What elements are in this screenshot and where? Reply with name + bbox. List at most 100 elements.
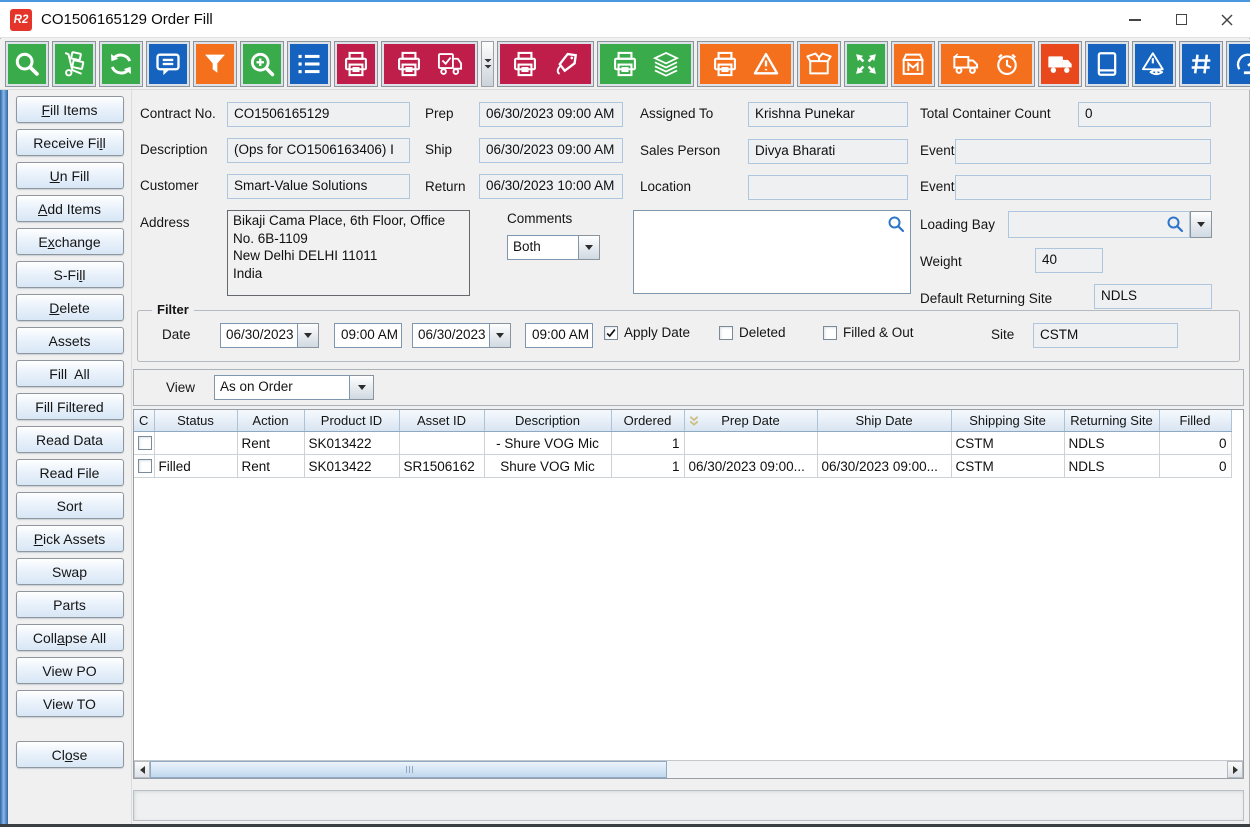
sidebar-button-collapse-all[interactable]: Collapse All xyxy=(16,624,124,651)
open-box-button[interactable] xyxy=(797,41,841,87)
sales-person-field[interactable]: Divya Bharati xyxy=(748,139,908,164)
column-header-returning-site[interactable]: Returning Site xyxy=(1064,410,1159,432)
column-header-ordered[interactable]: Ordered xyxy=(611,410,684,432)
comments-button[interactable] xyxy=(146,41,190,87)
row-checkbox[interactable] xyxy=(138,459,152,473)
hash-button[interactable] xyxy=(1179,41,1223,87)
column-header-shipping-site[interactable]: Shipping Site xyxy=(951,410,1064,432)
overflow-button[interactable] xyxy=(481,41,494,87)
sidebar-button-close[interactable]: Close xyxy=(16,741,124,768)
truck-schedule-button[interactable] xyxy=(938,41,1035,87)
view-combo[interactable]: As on Order xyxy=(214,375,374,400)
expand-button[interactable] xyxy=(844,41,888,87)
loading-bay-field[interactable] xyxy=(1008,211,1190,238)
to-time-field[interactable]: 09:00 AM xyxy=(525,323,593,348)
column-header-product-id[interactable]: Product ID xyxy=(304,410,399,432)
default-returning-site-field[interactable]: NDLS xyxy=(1094,284,1212,309)
site-field[interactable]: CSTM xyxy=(1033,323,1178,348)
gauge-button[interactable] xyxy=(1226,41,1250,87)
to-date-dropdown-button[interactable] xyxy=(490,323,511,348)
customer-field[interactable]: Smart-Value Solutions xyxy=(227,174,410,199)
comments-text-field[interactable] xyxy=(633,210,911,294)
to-date-combo[interactable]: 06/30/2023 xyxy=(412,323,511,348)
horizontal-scrollbar[interactable] xyxy=(134,760,1243,778)
refresh-button[interactable] xyxy=(99,41,143,87)
column-header-filled[interactable]: Filled xyxy=(1159,410,1231,432)
sidebar-button-fill-filtered[interactable]: Fill Filtered xyxy=(16,393,124,420)
print-delivery-button[interactable] xyxy=(381,41,478,87)
column-header-description[interactable]: Description xyxy=(484,410,611,432)
sidebar-button-pick-assets[interactable]: Pick Assets xyxy=(16,525,124,552)
contract-no-field[interactable]: CO1506165129 xyxy=(227,102,410,127)
from-date-dropdown-button[interactable] xyxy=(298,323,319,348)
sidebar-button-parts[interactable]: Parts xyxy=(16,591,124,618)
truck-button[interactable] xyxy=(1038,41,1082,87)
column-header-ship-date[interactable]: Ship Date xyxy=(817,410,951,432)
list-button[interactable] xyxy=(287,41,331,87)
loading-bay-dropdown[interactable] xyxy=(1190,211,1212,238)
sidebar-button-exchange[interactable]: Exchange xyxy=(16,228,124,255)
column-header-status[interactable]: Status xyxy=(154,410,237,432)
column-header-asset-id[interactable]: Asset ID xyxy=(399,410,484,432)
column-header-action[interactable]: Action xyxy=(237,410,304,432)
sidebar-button-swap[interactable]: Swap xyxy=(16,558,124,585)
close-button[interactable] xyxy=(1204,2,1250,37)
view-combo-dropdown-button[interactable] xyxy=(350,375,374,400)
assigned-to-field[interactable]: Krishna Punekar xyxy=(748,102,908,127)
table-row[interactable]: RentSK013422- Shure VOG Mic1CSTMNDLS0 xyxy=(134,432,1231,455)
ship-field[interactable]: 06/30/2023 09:00 AM xyxy=(479,138,623,163)
maximize-button[interactable] xyxy=(1158,2,1204,37)
sidebar-button-sort[interactable]: Sort xyxy=(16,492,124,519)
prep-field[interactable]: 06/30/2023 09:00 AM xyxy=(479,102,623,127)
row-checkbox[interactable] xyxy=(138,436,152,450)
zoom-in-button[interactable] xyxy=(240,41,284,87)
box-m-button[interactable] xyxy=(891,41,935,87)
print-stack-button[interactable] xyxy=(597,41,694,87)
total-container-count-field[interactable]: 0 xyxy=(1078,102,1211,127)
description-field[interactable]: (Ops for CO1506163406) I xyxy=(227,138,410,163)
print-warning-button[interactable] xyxy=(697,41,794,87)
filter-button[interactable] xyxy=(193,41,237,87)
apply-date-checkbox[interactable] xyxy=(604,326,618,340)
sidebar-button-view-po[interactable]: View PO xyxy=(16,657,124,684)
comments-mode-combo[interactable]: Both xyxy=(507,235,600,260)
event-id-field[interactable] xyxy=(955,175,1211,200)
sidebar-button-view-to[interactable]: View TO xyxy=(16,690,124,717)
loading-bay-dropdown-button[interactable] xyxy=(1190,211,1212,238)
sidebar-button-un-fill[interactable]: Un Fill xyxy=(16,162,124,189)
minimize-button[interactable] xyxy=(1112,2,1158,37)
address-field[interactable]: Bikaji Cama Place, 6th Floor, Office No.… xyxy=(227,210,470,296)
location-field[interactable] xyxy=(748,175,908,200)
table-row[interactable]: FilledRentSK013422SR1506162Shure VOG Mic… xyxy=(134,455,1231,478)
return-field[interactable]: 06/30/2023 10:00 AM xyxy=(479,174,623,199)
sidebar-button-delete[interactable]: Delete xyxy=(16,294,124,321)
search-icon[interactable] xyxy=(1166,215,1184,233)
column-header-prep-date[interactable]: Prep Date xyxy=(684,410,817,432)
sidebar-button-assets[interactable]: Assets xyxy=(16,327,124,354)
sidebar-button-add-items[interactable]: Add Items xyxy=(16,195,124,222)
print-button[interactable] xyxy=(334,41,378,87)
scroll-left-button[interactable] xyxy=(134,761,150,778)
sidebar-button-s-fill[interactable]: S-Fill xyxy=(16,261,124,288)
book-button[interactable] xyxy=(1085,41,1129,87)
scrollbar-thumb[interactable] xyxy=(150,761,667,778)
sidebar-button-receive-fill[interactable]: Receive Fill xyxy=(16,129,124,156)
column-header-c[interactable]: C xyxy=(134,410,154,432)
print-label-button[interactable] xyxy=(497,41,594,87)
scroll-right-button[interactable] xyxy=(1227,761,1243,778)
sidebar-button-read-data[interactable]: Read Data xyxy=(16,426,124,453)
sidebar-button-read-file[interactable]: Read File xyxy=(16,459,124,486)
sidebar-button-fill-items[interactable]: Fill Items xyxy=(16,96,124,123)
deleted-checkbox[interactable] xyxy=(719,326,733,340)
event-name-field[interactable] xyxy=(955,139,1211,164)
search-icon[interactable] xyxy=(887,215,905,233)
sidebar-button-fill-all[interactable]: Fill All xyxy=(16,360,124,387)
warning-view-button[interactable] xyxy=(1132,41,1176,87)
weight-field[interactable]: 40 xyxy=(1035,248,1103,273)
search-button[interactable] xyxy=(5,41,49,87)
pick-items-button[interactable] xyxy=(52,41,96,87)
comments-mode-dropdown-button[interactable] xyxy=(579,235,600,260)
scrollbar-track[interactable] xyxy=(150,761,1227,778)
from-date-combo[interactable]: 06/30/2023 xyxy=(220,323,319,348)
filled-out-checkbox[interactable] xyxy=(823,326,837,340)
